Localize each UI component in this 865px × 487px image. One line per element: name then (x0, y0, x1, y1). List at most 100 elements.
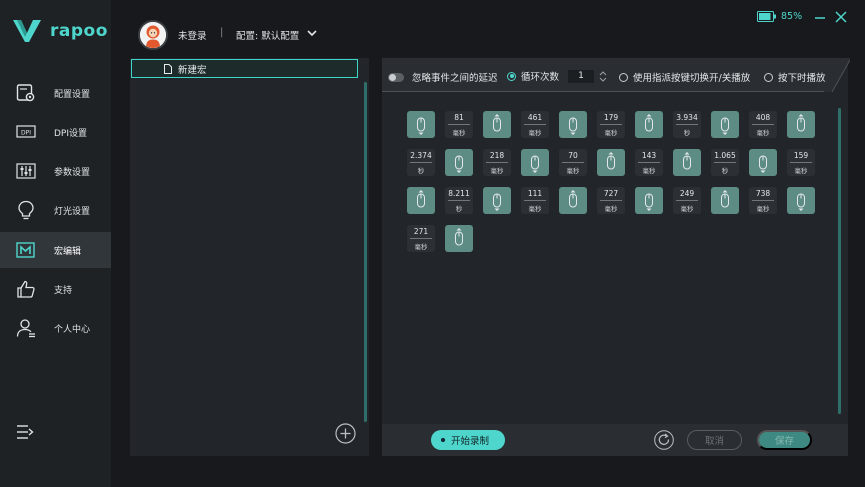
delay-event-tile[interactable]: 159 毫秒 (787, 149, 815, 176)
sidebar-item-user-center[interactable]: 个人中心 (0, 310, 111, 346)
delay-event-tile[interactable]: 461 毫秒 (521, 111, 549, 138)
toggle-mode-radio[interactable] (619, 72, 628, 82)
macro-list-item[interactable]: 新建宏 (131, 59, 358, 78)
delay-event-tile[interactable]: 81 毫秒 (445, 111, 473, 138)
delay-event-tile[interactable]: 70 毫秒 (559, 149, 587, 176)
mouse-button-icon (759, 155, 767, 173)
delay-divider (410, 162, 432, 163)
sidebar-item-dpi[interactable]: DPI DPI设置 (0, 114, 111, 150)
mouse-down-event-tile[interactable] (749, 149, 777, 176)
mouse-button-icon (645, 114, 653, 132)
delay-value: 249 (679, 189, 695, 198)
delay-value: 271 (413, 227, 429, 236)
brand-logo: rapoo (12, 18, 108, 44)
mouse-button-icon (531, 155, 539, 173)
sidebar-item-label: 配置设置 (54, 90, 91, 100)
add-macro-icon[interactable] (335, 423, 356, 444)
event-grid-scrollbar[interactable] (838, 108, 841, 414)
loop-mode-option[interactable]: 循环次数 (507, 69, 607, 83)
delay-event-tile[interactable]: 271 毫秒 (407, 225, 435, 252)
mouse-down-event-tile[interactable] (787, 187, 815, 214)
delay-event-tile[interactable]: 2.374 秒 (407, 149, 435, 176)
macro-list-scrollbar[interactable] (364, 82, 367, 422)
delay-event-tile[interactable]: 738 毫秒 (749, 187, 777, 214)
delay-event-tile[interactable]: 408 毫秒 (749, 111, 777, 138)
sidebar-item-support[interactable]: 支持 (0, 271, 111, 307)
delay-unit: 毫秒 (604, 205, 618, 213)
mouse-up-event-tile[interactable] (483, 111, 511, 138)
delay-event-tile[interactable]: 727 毫秒 (597, 187, 625, 214)
mouse-button-icon (455, 155, 463, 173)
dpi-icon: DPI (16, 125, 36, 138)
collapse-menu-icon[interactable] (16, 424, 34, 440)
toggle-mode-option[interactable]: 使用指派按键切换开/关播放 (619, 70, 750, 84)
delay-event-tile[interactable]: 3.934 秒 (673, 111, 701, 138)
loop-count-input[interactable] (568, 69, 595, 83)
mouse-down-event-tile[interactable] (521, 149, 549, 176)
toggle-mode-label: 使用指派按键切换开/关播放 (633, 73, 751, 84)
ignore-delay-option[interactable]: 忽略事件之间的延迟 (388, 70, 498, 84)
login-status[interactable]: 未登录 (178, 28, 207, 42)
mouse-down-event-tile[interactable] (711, 111, 739, 138)
start-recording-button[interactable]: 开始录制 (431, 430, 505, 450)
sidebar-item-label: 个人中心 (54, 325, 91, 335)
sidebar-item-parameters[interactable]: 参数设置 (0, 153, 111, 189)
loop-mode-radio[interactable] (507, 71, 516, 81)
mouse-down-event-tile[interactable] (559, 111, 587, 138)
mouse-button-icon (417, 190, 425, 208)
mouse-up-event-tile[interactable] (407, 187, 435, 214)
delay-event-tile[interactable]: 1.065 秒 (711, 149, 739, 176)
mouse-button-icon (455, 228, 463, 246)
avatar[interactable] (138, 20, 168, 50)
delay-value: 111 (527, 189, 543, 198)
mouse-up-event-tile[interactable] (559, 187, 587, 214)
lightbulb-icon (18, 200, 34, 220)
delay-divider (410, 238, 432, 239)
delay-value: 1.065 (714, 151, 736, 160)
chevron-down-icon[interactable] (306, 27, 318, 39)
ignore-delay-toggle[interactable] (388, 72, 404, 82)
delay-event-tile[interactable]: 143 毫秒 (635, 149, 663, 176)
mouse-down-event-tile[interactable] (483, 187, 511, 214)
mouse-down-event-tile[interactable] (445, 149, 473, 176)
delay-event-tile[interactable]: 249 毫秒 (673, 187, 701, 214)
delay-unit: 毫秒 (794, 167, 808, 175)
hold-mode-radio[interactable] (764, 72, 773, 82)
mouse-button-icon (493, 193, 501, 211)
mouse-up-event-tile[interactable] (673, 149, 701, 176)
minimize-icon[interactable] (814, 11, 826, 23)
sidebar-item-profile-settings[interactable]: 配置设置 (0, 75, 111, 111)
battery-icon (757, 11, 776, 22)
mouse-up-event-tile[interactable] (445, 225, 473, 252)
sidebar-item-label: 宏编辑 (54, 247, 82, 257)
delay-event-tile[interactable]: 218 毫秒 (483, 149, 511, 176)
start-recording-label: 开始录制 (451, 436, 490, 447)
loop-count-stepper-icon[interactable] (599, 70, 607, 83)
sidebar-item-lighting[interactable]: 灯光设置 (0, 192, 111, 228)
delay-divider (676, 124, 698, 125)
mouse-up-event-tile[interactable] (635, 111, 663, 138)
profile-selector-label[interactable]: 配置: 默认配置 (236, 28, 299, 42)
mouse-down-event-tile[interactable] (635, 187, 663, 214)
delay-value: 159 (793, 151, 809, 160)
sidebar-item-macro-editor[interactable]: 宏编辑 (0, 232, 111, 268)
delay-divider (486, 162, 508, 163)
save-button[interactable]: 保存 (757, 430, 812, 450)
reset-icon[interactable] (654, 430, 674, 450)
mouse-up-event-tile[interactable] (597, 149, 625, 176)
mouse-up-event-tile[interactable] (787, 111, 815, 138)
hold-mode-option[interactable]: 按下时播放 (764, 70, 826, 84)
delay-event-tile[interactable]: 111 毫秒 (521, 187, 549, 214)
delay-event-tile[interactable]: 179 毫秒 (597, 111, 625, 138)
delay-value: 408 (755, 113, 771, 122)
delay-unit: 毫秒 (528, 129, 542, 137)
delay-event-tile[interactable]: 8.211 秒 (445, 187, 473, 214)
mouse-down-event-tile[interactable] (407, 111, 435, 138)
rapoo-v-logo-icon (13, 20, 41, 42)
delay-divider (562, 162, 584, 163)
cancel-button[interactable]: 取消 (687, 430, 742, 450)
mouse-up-event-tile[interactable] (711, 187, 739, 214)
close-icon[interactable] (835, 11, 847, 23)
delay-unit: 毫秒 (680, 205, 694, 213)
delay-unit: 秒 (721, 167, 729, 175)
